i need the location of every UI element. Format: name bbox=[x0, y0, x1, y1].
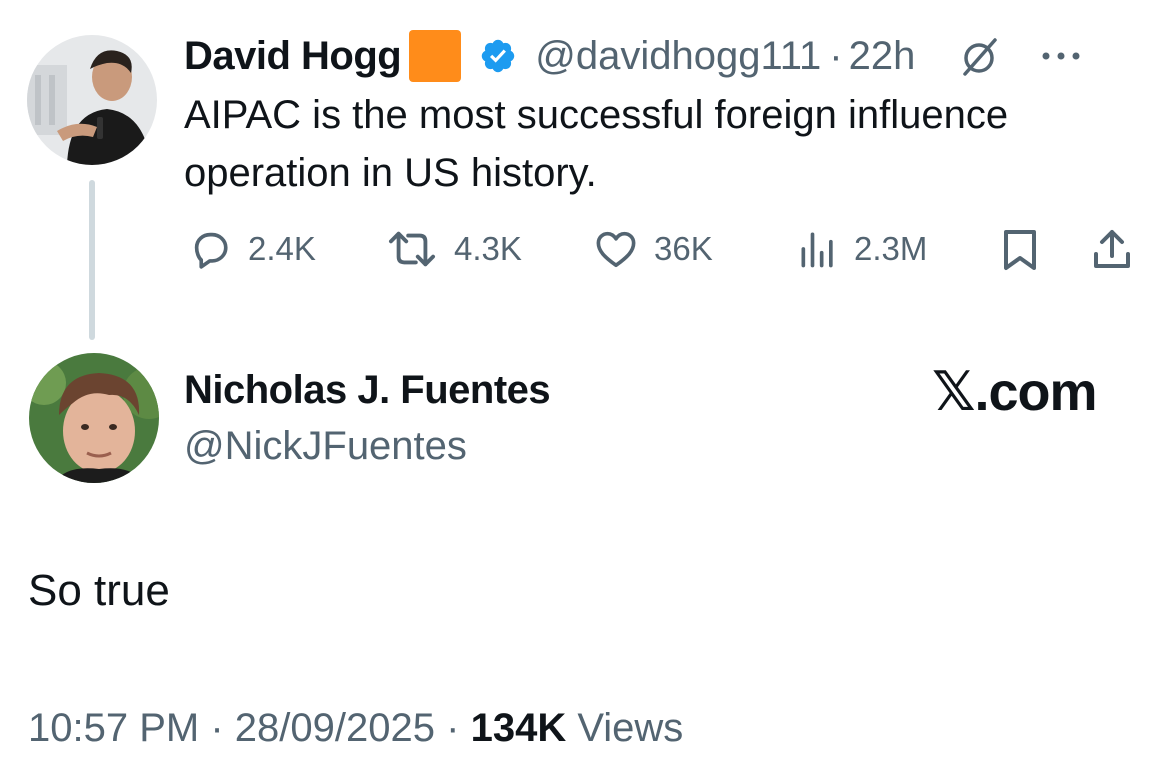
footer-separator: · bbox=[210, 706, 224, 750]
reply-button[interactable]: 2.4K bbox=[188, 226, 316, 272]
reply-count: 2.4K bbox=[248, 230, 316, 267]
more-options-icon[interactable] bbox=[1041, 50, 1081, 62]
grok-icon[interactable] bbox=[957, 34, 1001, 78]
tweet-footer: 10:57 PM · 28/09/2025 · 134K Views bbox=[28, 706, 683, 751]
x-com-watermark: 𝕏.com bbox=[932, 362, 1098, 422]
header-separator: · bbox=[829, 33, 843, 78]
reply-icon bbox=[194, 232, 228, 269]
footer-separator: · bbox=[446, 706, 460, 750]
avatar-image bbox=[27, 35, 157, 165]
share-icon bbox=[1094, 230, 1130, 268]
views-count: 134K bbox=[470, 706, 567, 750]
quoted-tweet-header: David Hogg @davidhogg111 · 22h bbox=[184, 30, 1081, 82]
avatar-image bbox=[29, 353, 159, 483]
heart-icon bbox=[596, 231, 636, 268]
share-button[interactable] bbox=[1088, 226, 1136, 279]
bookmark-icon bbox=[1004, 230, 1036, 270]
analytics-icon bbox=[801, 232, 833, 268]
view-count: 2.3M bbox=[854, 230, 928, 267]
views-button[interactable]: 2.3M bbox=[796, 226, 927, 272]
post-date[interactable]: 28/09/2025 bbox=[235, 706, 435, 750]
author-handle[interactable]: @davidhogg111 bbox=[535, 34, 821, 79]
main-tweet-text: So true bbox=[28, 566, 170, 615]
repost-count: 4.3K bbox=[454, 230, 522, 267]
quoted-tweet-text: AIPAC is the most successful foreign inf… bbox=[184, 93, 1009, 195]
author-name[interactable]: David Hogg bbox=[184, 34, 402, 79]
like-button[interactable]: 36K bbox=[592, 226, 713, 272]
main-author-name[interactable]: Nicholas J. Fuentes bbox=[184, 368, 551, 413]
post-time[interactable]: 10:57 PM bbox=[28, 706, 199, 750]
like-count: 36K bbox=[654, 230, 713, 267]
thread-connector-line bbox=[89, 180, 95, 340]
orange-square-badge-icon bbox=[409, 30, 462, 82]
repost-button[interactable]: 4.3K bbox=[384, 226, 522, 272]
repost-icon bbox=[389, 231, 436, 267]
avatar-david-hogg[interactable] bbox=[27, 35, 157, 165]
verified-badge-icon bbox=[479, 37, 517, 75]
main-author-handle[interactable]: @NickJFuentes bbox=[184, 424, 467, 469]
post-time[interactable]: 22h bbox=[849, 34, 916, 79]
bookmark-button[interactable] bbox=[998, 226, 1042, 279]
avatar-nicholas-fuentes[interactable] bbox=[29, 353, 159, 483]
views-label: Views bbox=[577, 706, 684, 750]
